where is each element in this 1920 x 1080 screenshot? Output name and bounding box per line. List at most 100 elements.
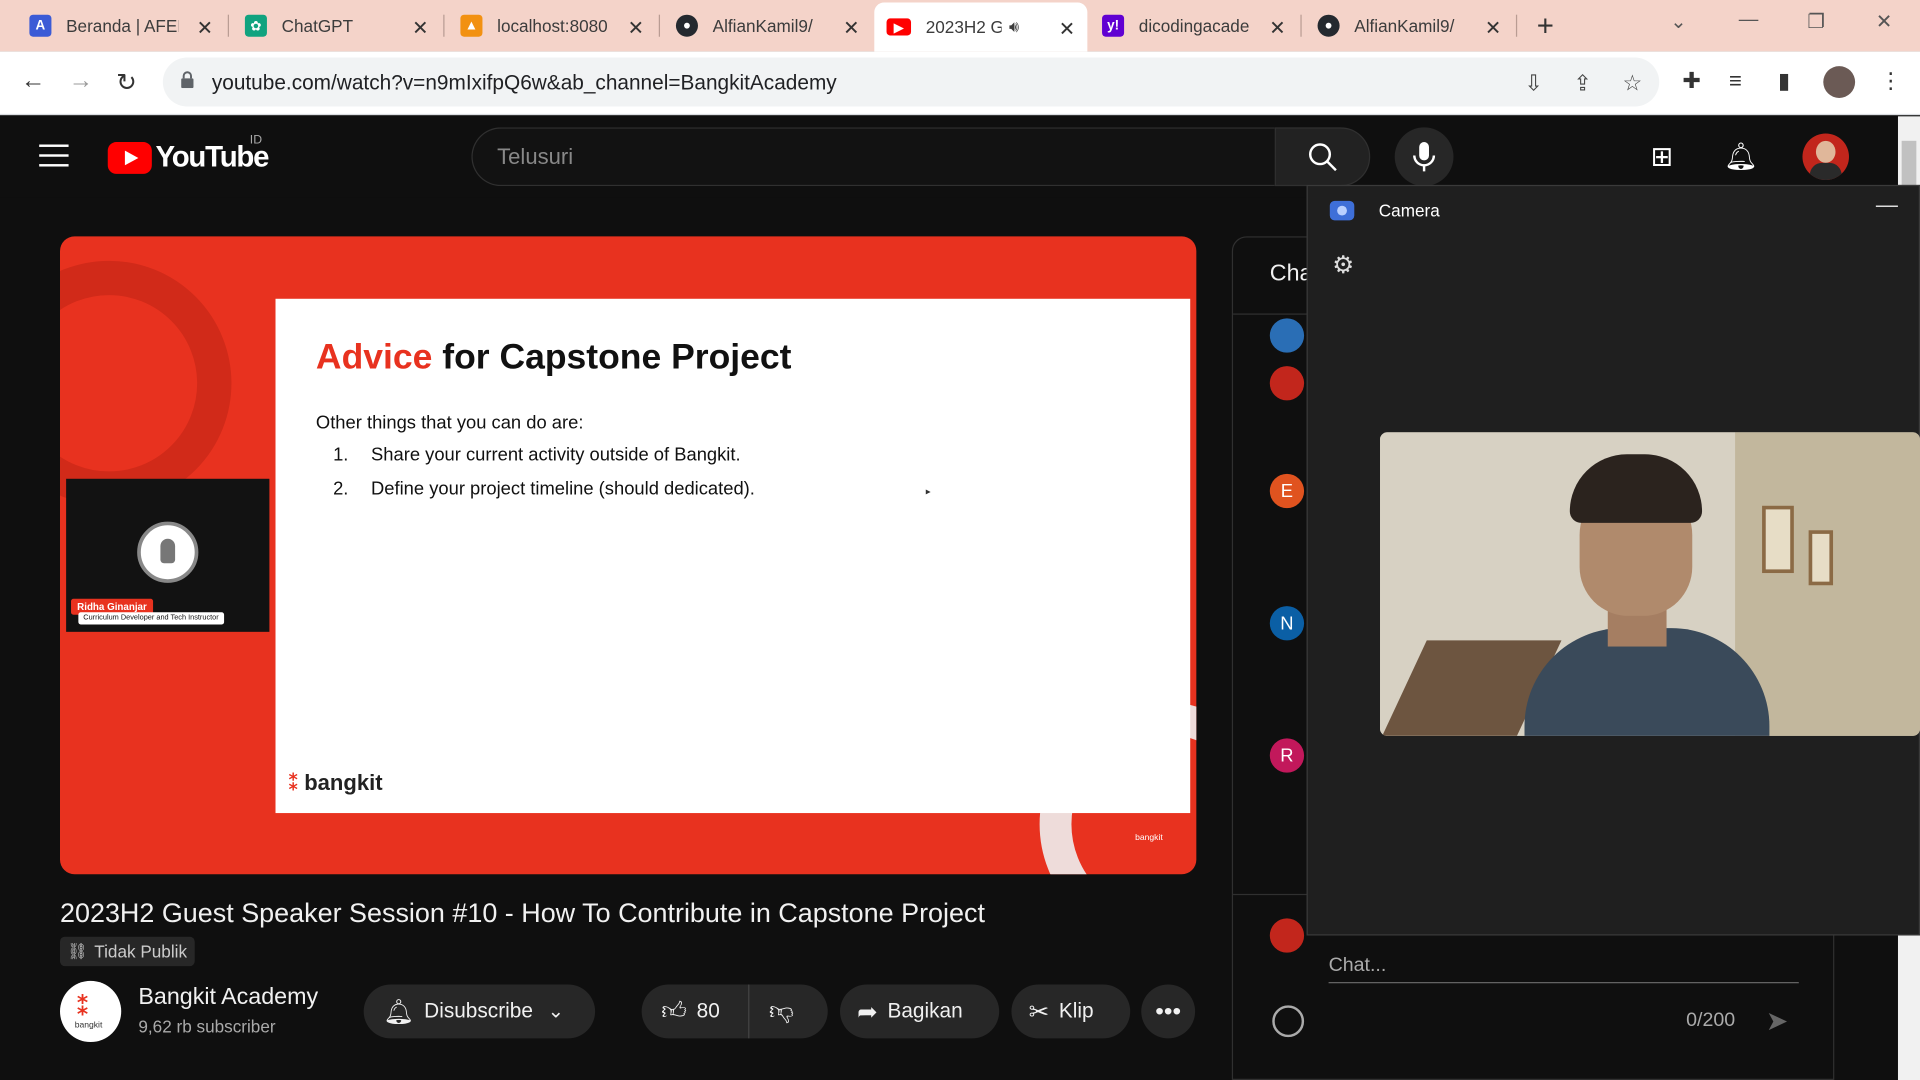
- like-dislike-group: 👍︎ 80 👎︎: [641, 984, 828, 1039]
- close-tab-icon[interactable]: ✕: [1059, 17, 1075, 41]
- more-horizontal-icon: •••: [1155, 997, 1182, 1025]
- browser-tab[interactable]: y! dicodingacade ✕: [1090, 7, 1298, 44]
- close-tab-icon[interactable]: ✕: [1485, 16, 1501, 40]
- youtube-icon: ▶: [886, 18, 912, 36]
- channel-avatar[interactable]: ⁑ bangkit: [60, 980, 122, 1043]
- search-input[interactable]: Telusuri: [471, 127, 1275, 187]
- phpmyadmin-icon: ▲: [460, 14, 483, 37]
- new-tab-button[interactable]: +: [1537, 10, 1554, 44]
- install-app-icon[interactable]: ⇩: [1525, 71, 1543, 97]
- slide-intro: Other things that you can do are:: [315, 412, 584, 434]
- camera-app-icon: [1329, 200, 1355, 221]
- close-tab-icon[interactable]: ✕: [412, 16, 428, 40]
- tab-search-icon[interactable]: ⌄: [1670, 10, 1686, 34]
- emoji-icon[interactable]: [1272, 1005, 1305, 1038]
- video-title: 2023H2 Guest Speaker Session #10 - How T…: [60, 897, 985, 929]
- my-chat-avatar: [1269, 918, 1305, 953]
- video-player[interactable]: Advice for Capstone Project Other things…: [60, 236, 1197, 875]
- window-title: Camera: [1378, 200, 1440, 221]
- reload-button[interactable]: ↻: [116, 67, 137, 98]
- minimize-button[interactable]: —: [1876, 192, 1898, 218]
- bell-icon: 🔔︎: [383, 998, 415, 1026]
- bangkit-mark-icon: ⁑: [75, 990, 91, 1022]
- close-tab-icon[interactable]: ✕: [628, 16, 644, 40]
- share-icon[interactable]: ⇪: [1573, 71, 1591, 97]
- browser-tab[interactable]: ✿ ChatGPT ✕: [233, 7, 441, 44]
- minimize-window-button[interactable]: —: [1739, 10, 1759, 32]
- yahoo-icon: y!: [1102, 14, 1125, 37]
- extensions-icon[interactable]: ✚: [1682, 69, 1700, 95]
- forward-button[interactable]: →: [69, 67, 93, 95]
- browser-toolbar: ← → ↻ youtube.com/watch?v=n9mIxifpQ6w&ab…: [0, 51, 1920, 116]
- address-bar[interactable]: youtube.com/watch?v=n9mIxifpQ6w&ab_chann…: [162, 57, 1660, 107]
- account-avatar[interactable]: [1802, 133, 1849, 181]
- browser-menu-icon[interactable]: ⋮: [1880, 69, 1902, 95]
- voice-search-button[interactable]: [1394, 127, 1454, 187]
- profile-avatar[interactable]: [1823, 66, 1856, 98]
- more-actions-button[interactable]: •••: [1141, 984, 1196, 1039]
- create-video-icon[interactable]: ⊞: [1651, 141, 1674, 173]
- like-button[interactable]: 👍︎ 80: [642, 984, 750, 1039]
- slide-title: Advice for Capstone Project: [315, 337, 792, 378]
- clip-button[interactable]: ✂ Klip: [1011, 984, 1131, 1039]
- chatgpt-icon: ✿: [244, 14, 267, 37]
- settings-gear-icon[interactable]: ⚙: [1332, 250, 1354, 281]
- dislike-button[interactable]: 👎︎: [749, 997, 803, 1026]
- chat-user-avatar[interactable]: R: [1269, 738, 1305, 773]
- subscribe-button[interactable]: 🔔︎ Disubscribe ⌄: [363, 984, 596, 1039]
- menu-icon[interactable]: [39, 144, 69, 173]
- chat-user-avatar[interactable]: [1269, 366, 1305, 401]
- list-item: 2. Define your project timeline (should d…: [333, 478, 755, 500]
- send-icon[interactable]: ➤: [1766, 1005, 1789, 1037]
- back-button[interactable]: ←: [21, 67, 45, 95]
- mouse-cursor-icon: ▸: [925, 486, 931, 498]
- list-item: 1. Share your current activity outside of…: [333, 444, 741, 466]
- visibility-badge: ⛓ Tidak Publik: [60, 936, 195, 967]
- slide-list: 1. Share your current activity outside of…: [333, 444, 755, 513]
- bookmark-star-icon[interactable]: ☆: [1622, 71, 1642, 97]
- youtube-play-icon: [107, 142, 152, 174]
- microphone-icon: [1413, 142, 1436, 172]
- link-icon: ⛓: [67, 941, 88, 961]
- github-icon: ●: [1317, 14, 1340, 37]
- side-panel-icon[interactable]: ▮: [1778, 69, 1790, 95]
- camera-app-window[interactable]: Camera — ⚙: [1306, 184, 1920, 936]
- bangkit-watermark: bangkit: [1135, 833, 1163, 843]
- chat-user-avatar[interactable]: N: [1269, 606, 1305, 641]
- share-button[interactable]: ➦ Bagikan: [840, 984, 1000, 1039]
- chat-input[interactable]: Chat...: [1329, 955, 1387, 977]
- scissors-icon: ✂: [1028, 998, 1050, 1026]
- speaker-camera-tile: Ridha Ginanjar Curriculum Developer and …: [66, 478, 270, 632]
- notifications-bell-icon[interactable]: 🔔︎: [1724, 141, 1758, 173]
- browser-tab[interactable]: A Beranda | AFEK ✕: [17, 7, 225, 44]
- audio-playing-icon[interactable]: 🔊︎: [1009, 17, 1019, 37]
- channel-name[interactable]: Bangkit Academy: [138, 984, 318, 1011]
- afeksi-icon: A: [29, 14, 52, 37]
- thumbs-down-icon: 👎︎: [768, 997, 794, 1025]
- close-tab-icon[interactable]: ✕: [197, 16, 213, 40]
- share-arrow-icon: ➦: [857, 998, 878, 1026]
- thumbs-up-icon: 👍︎: [661, 997, 687, 1025]
- screen: A Beranda | AFEK ✕ ✿ ChatGPT ✕ ▲ localho…: [0, 0, 1920, 1080]
- search-button[interactable]: [1274, 127, 1371, 187]
- url-text[interactable]: youtube.com/watch?v=n9mIxifpQ6w&ab_chann…: [212, 71, 837, 95]
- camera-preview: [1380, 432, 1920, 736]
- restore-window-button[interactable]: ❐: [1807, 10, 1825, 34]
- subscriber-count: 9,62 rb subscriber: [138, 1016, 276, 1036]
- close-window-button[interactable]: ✕: [1876, 10, 1892, 34]
- close-tab-icon[interactable]: ✕: [843, 16, 859, 40]
- media-control-icon[interactable]: ≡: [1729, 69, 1742, 95]
- browser-tab[interactable]: ▲ localhost:8080 ✕: [448, 7, 656, 44]
- user-avatar-icon: [137, 521, 199, 583]
- search-icon: [1308, 143, 1337, 172]
- close-tab-icon[interactable]: ✕: [1269, 16, 1285, 40]
- presentation-slide: Advice for Capstone Project Other things…: [275, 298, 1191, 814]
- browser-tab[interactable]: ● AlfianKamil9/ ✕: [664, 7, 872, 44]
- browser-tab-active[interactable]: ▶ 2023H2 Gu 🔊︎ ✕: [874, 2, 1088, 52]
- youtube-logo[interactable]: YouTube ID: [107, 133, 270, 175]
- browser-tab-strip: A Beranda | AFEK ✕ ✿ ChatGPT ✕ ▲ localho…: [0, 0, 1920, 52]
- char-counter: 0/200: [1686, 1010, 1736, 1032]
- chat-user-avatar[interactable]: E: [1269, 473, 1305, 509]
- browser-tab[interactable]: ● AlfianKamil9/ ✕: [1305, 7, 1513, 44]
- chat-user-avatar[interactable]: [1269, 318, 1305, 353]
